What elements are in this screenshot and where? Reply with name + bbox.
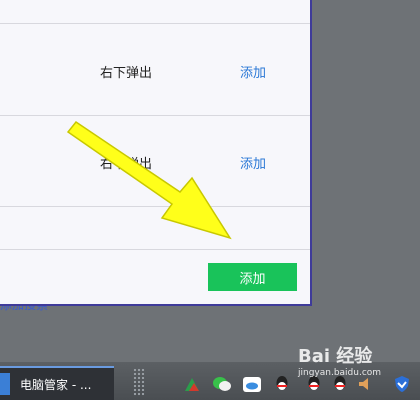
triangle-icon[interactable]: [182, 374, 202, 394]
annotation-arrow: [66, 120, 232, 240]
row-divider: [0, 115, 310, 116]
taskbar-window-button[interactable]: 电脑管家 - ...: [0, 366, 114, 400]
shield-icon[interactable]: [392, 374, 412, 394]
row-divider: [0, 23, 310, 24]
watermark-subtext: jingyan.baidu.com: [298, 368, 382, 378]
watermark-text: Bai 经验: [298, 346, 373, 367]
row-1-add-link[interactable]: 添加: [240, 62, 266, 81]
qq-icon[interactable]: [272, 374, 292, 394]
add-button[interactable]: 添加: [208, 263, 297, 291]
taskbar-window-label: 电脑管家 - ...: [20, 377, 92, 392]
wechat-icon[interactable]: [212, 374, 232, 394]
row-divider: [0, 249, 310, 250]
watermark: Bai 经验 jingyan.baidu.com: [298, 342, 381, 378]
app-icon: [0, 373, 10, 395]
cloud-icon[interactable]: [242, 374, 262, 394]
row-1-position: 右下弹出: [100, 66, 153, 81]
taskbar-grip[interactable]: [133, 368, 145, 396]
